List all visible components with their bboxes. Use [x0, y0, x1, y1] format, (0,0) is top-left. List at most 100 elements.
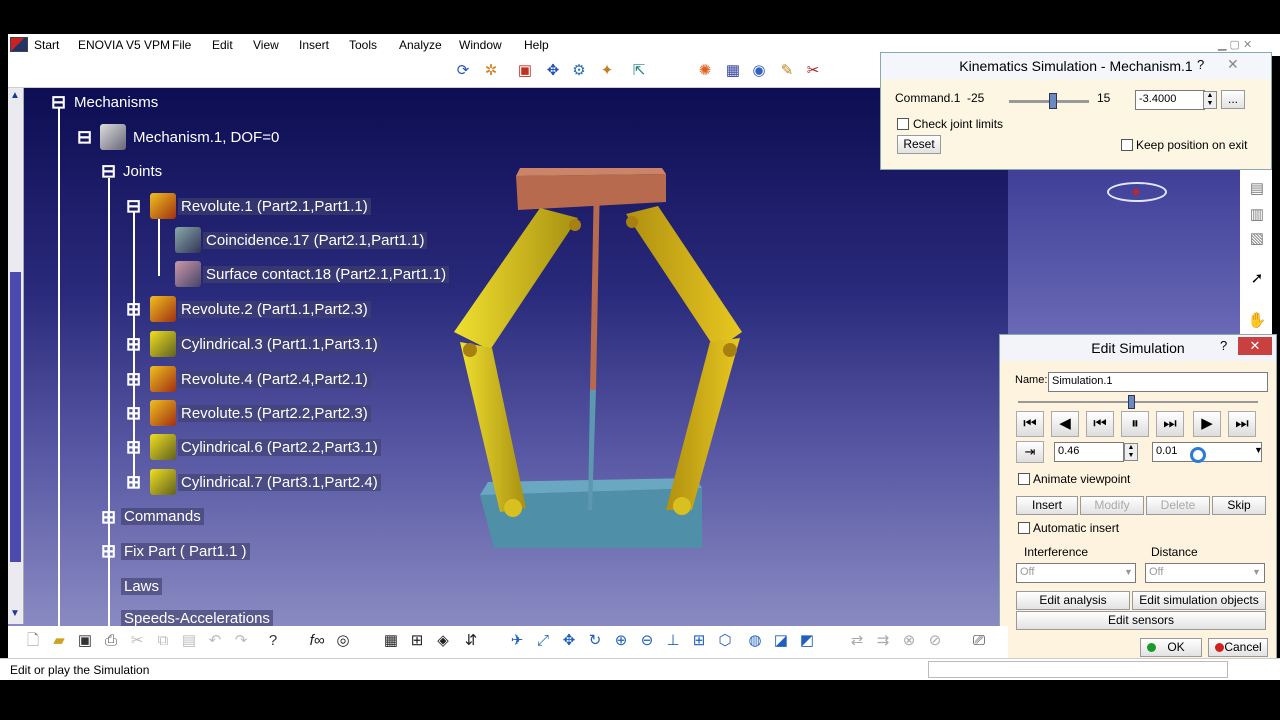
edit-simulation-objects-button[interactable]: Edit simulation objects [1132, 591, 1266, 610]
assembly-icon[interactable]: ▤ [1246, 178, 1268, 200]
expand-icon[interactable]: ⊞ [101, 508, 116, 526]
undo-icon[interactable]: ↶ [204, 630, 226, 652]
disabled-tool-icon[interactable]: ⇉ [872, 630, 894, 652]
expand-icon[interactable]: ⊞ [126, 438, 141, 456]
mechanism-icon[interactable]: ▣ [514, 60, 536, 82]
command-value-spinner[interactable]: ▲ ▼ [1203, 91, 1217, 109]
step-value-spinner[interactable]: ▲ ▼ [1124, 443, 1138, 461]
name-input[interactable]: Simulation.1 [1048, 372, 1268, 392]
swap-space-icon[interactable]: ◩ [796, 630, 818, 652]
previous-step-button[interactable]: ⏮ [1086, 411, 1114, 437]
stack-icon[interactable]: ▧ [1246, 228, 1268, 250]
new-file-icon[interactable]: 🗋 [22, 630, 44, 652]
knowledge-icon[interactable]: ◎ [332, 630, 354, 652]
collapse-icon[interactable]: ⊟ [51, 93, 66, 111]
cut-icon[interactable]: ✂ [126, 630, 148, 652]
chevron-down-icon[interactable]: ▼ [1252, 567, 1261, 577]
copy-icon[interactable]: ⧉ [152, 630, 174, 652]
fixed-part-icon[interactable]: ⚙ [568, 60, 590, 82]
cancel-button[interactable]: Cancel [1208, 638, 1268, 657]
simulation-slider-track[interactable] [1018, 401, 1258, 403]
tree-cylindrical-7[interactable]: Cylindrical.7 (Part3.1,Part2.4) [178, 474, 381, 491]
scroll-thumb[interactable] [10, 272, 21, 562]
command-input-field[interactable] [928, 661, 1228, 678]
expand-icon[interactable]: ⊞ [126, 300, 141, 318]
scroll-down-icon[interactable]: ▼ [10, 608, 20, 619]
menu-enovia[interactable]: ENOVIA V5 VPM [78, 38, 170, 52]
modify-button[interactable]: Modify [1080, 496, 1144, 515]
disabled-tool-icon[interactable]: ⊗ [898, 630, 920, 652]
print-icon[interactable]: ⎙ [100, 630, 122, 652]
distance-select[interactable]: Off [1145, 563, 1265, 583]
tree-cylindrical-6[interactable]: Cylindrical.6 (Part2.2,Part3.1) [178, 439, 381, 456]
collapse-icon[interactable]: ⊟ [77, 128, 92, 146]
fit-all-icon[interactable]: ⤢ [532, 630, 554, 652]
tree-revolute-1[interactable]: Revolute.1 (Part2.1,Part1.1) [178, 198, 371, 215]
top-plate[interactable] [516, 174, 666, 210]
step-back-button[interactable]: ◀ [1051, 411, 1079, 437]
menu-edit[interactable]: Edit [212, 38, 233, 52]
menu-insert[interactable]: Insert [299, 38, 329, 52]
paste-icon[interactable]: ▤ [178, 630, 200, 652]
command-more-button[interactable]: ... [1221, 90, 1245, 109]
edit-sensors-button[interactable]: Edit sensors [1016, 611, 1266, 630]
window-controls[interactable]: ▁ ▢ ✕ [1218, 38, 1252, 51]
tree-mechanism[interactable]: Mechanism.1, DOF=0 [133, 129, 279, 146]
tree-speeds-accelerations[interactable]: Speeds-Accelerations [121, 610, 273, 626]
edit-analysis-button[interactable]: Edit analysis [1016, 591, 1130, 610]
expand-icon[interactable]: ⊞ [126, 404, 141, 422]
assembly-constraint-icon[interactable]: ✦ [596, 60, 618, 82]
zoom-out-icon[interactable]: ⊖ [636, 630, 658, 652]
expand-icon[interactable]: ⊞ [126, 335, 141, 353]
tree-surface-contact-18[interactable]: Surface contact.18 (Part2.1,Part1.1) [203, 266, 450, 283]
automatic-insert-checkbox[interactable] [1018, 522, 1030, 534]
menu-file[interactable]: File [172, 38, 191, 52]
product-icon[interactable]: ▥ [1246, 204, 1268, 226]
right-lower-link[interactable] [666, 338, 740, 510]
multi-view-icon[interactable]: ⊞ [688, 630, 710, 652]
menu-window[interactable]: Window [459, 38, 502, 52]
tree-coincidence-17[interactable]: Coincidence.17 (Part2.1,Part1.1) [203, 232, 428, 249]
expand-icon[interactable]: ⊞ [126, 473, 141, 491]
command-value-input[interactable]: -3.4000 [1135, 90, 1205, 110]
ok-button[interactable]: OK [1140, 638, 1202, 657]
scroll-up-icon[interactable]: ▲ [10, 90, 20, 101]
animate-viewpoint-checkbox[interactable] [1018, 473, 1030, 485]
tree-cylindrical-3[interactable]: Cylindrical.3 (Part1.1,Part3.1) [178, 336, 381, 353]
tree-revolute-2[interactable]: Revolute.2 (Part1.1,Part2.3) [178, 301, 371, 318]
trace-icon[interactable]: ✎ [776, 60, 798, 82]
tree-laws[interactable]: Laws [121, 578, 163, 595]
camera-icon[interactable]: ⎚ [968, 630, 990, 652]
iso-view-icon[interactable]: ⬡ [714, 630, 736, 652]
tree-scrollbar[interactable]: ▲ ▼ [8, 88, 24, 624]
collapse-icon[interactable]: ⊟ [126, 197, 141, 215]
menu-help[interactable]: Help [524, 38, 549, 52]
joints-icon[interactable]: ✥ [542, 60, 564, 82]
expand-icon[interactable]: ⊞ [126, 370, 141, 388]
normal-view-icon[interactable]: ⊥ [662, 630, 684, 652]
play-button[interactable]: ▶ [1193, 411, 1221, 437]
right-upper-link[interactable] [626, 206, 742, 350]
compass-icon[interactable] [1107, 182, 1167, 202]
loop-mode-icon[interactable]: ⇥ [1016, 441, 1044, 463]
disabled-tool-icon[interactable]: ⇄ [846, 630, 868, 652]
clash-icon[interactable]: ▦ [722, 60, 744, 82]
formula-icon[interactable]: f∞ [306, 630, 328, 652]
chevron-down-icon[interactable]: ▼ [1124, 567, 1133, 577]
hide-show-icon[interactable]: ◪ [770, 630, 792, 652]
insert-button[interactable]: Insert [1016, 496, 1078, 515]
reset-button[interactable]: Reset [897, 135, 941, 154]
redo-icon[interactable]: ↷ [230, 630, 252, 652]
sensors-icon[interactable]: ✺ [694, 60, 716, 82]
swept-volume-icon[interactable]: ✂ [802, 60, 824, 82]
tree-joints[interactable]: Joints [123, 163, 162, 180]
zoom-in-icon[interactable]: ⊕ [610, 630, 632, 652]
menu-start[interactable]: Start [34, 38, 59, 52]
manipulate-icon[interactable]: ✋ [1246, 310, 1268, 332]
select-arrow-icon[interactable]: ➚ [1246, 268, 1268, 290]
jump-to-end-button[interactable]: ⏭ [1228, 411, 1256, 437]
open-folder-icon[interactable]: ▰ [48, 630, 70, 652]
menu-analyze[interactable]: Analyze [399, 38, 442, 52]
menu-view[interactable]: View [253, 38, 279, 52]
keep-position-checkbox[interactable] [1121, 139, 1133, 151]
